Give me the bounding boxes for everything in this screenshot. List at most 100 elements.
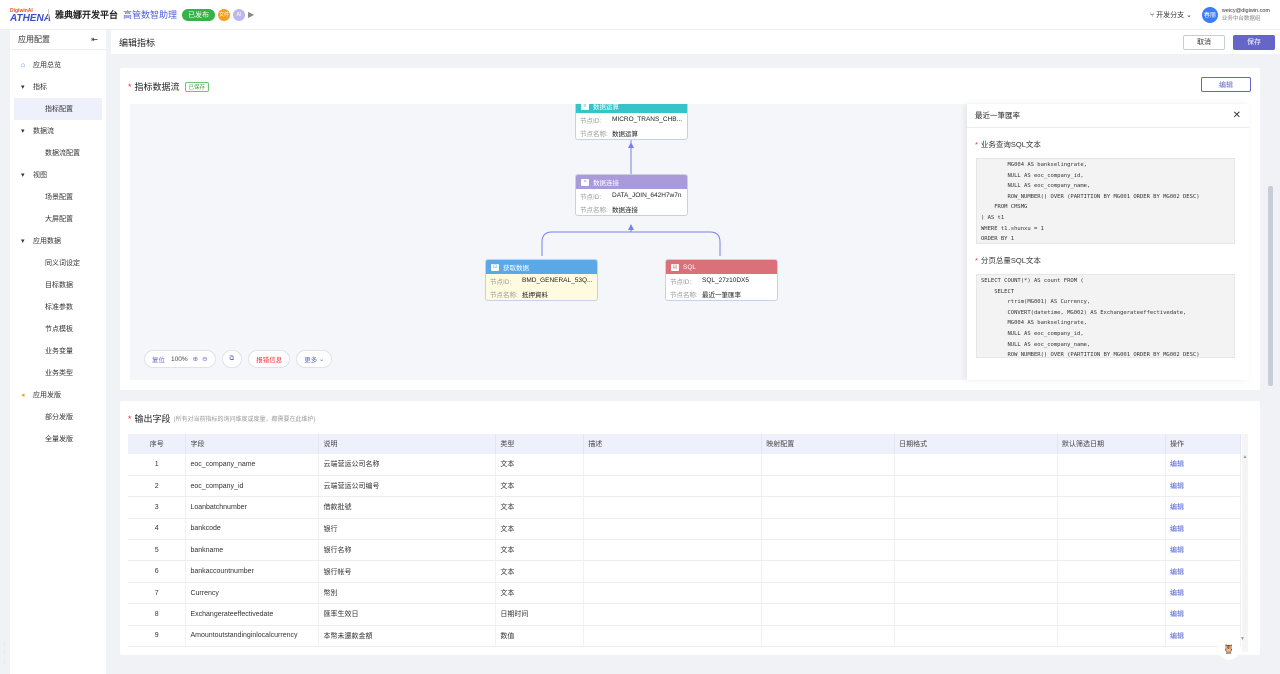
edit-row-link[interactable]: 编辑 (1165, 603, 1242, 626)
user-avatar[interactable]: 春丽 (1201, 6, 1218, 23)
sidebar-item-label: 指标配置 (45, 106, 73, 113)
flow-node-fetch[interactable]: ⊡ 获取数据 节点ID: BMD_GENERAL_53Q... 节点名称: 抵押資料 (485, 259, 598, 301)
drag-handle-icon[interactable]: ⋮ ⋮ ⋮ (2, 640, 7, 667)
sidebar: 应用配置 ⇤ ⌂ 应用总览 ▾ 指标指标配置 ▾ 数据流 数据流配置 ▾ 视图 场景配置 大屏配置 ▾… (10, 30, 106, 674)
play-icon[interactable]: ▶ (248, 10, 254, 19)
sidebar-item-label: 部分发版 (45, 414, 73, 421)
table-row: 3 Loanbatchnumber 借款批號 文本 编辑 (128, 496, 1242, 519)
sidebar-header: 应用配置 ⇤ (10, 30, 106, 50)
athena-logo[interactable]: DigiwinAI ATHENA (10, 7, 51, 24)
table-cell (761, 475, 896, 498)
table-cell: 幣別 (318, 582, 497, 605)
sidebar-item-3[interactable]: ▾ 数据流 (10, 120, 106, 142)
node-header: ⊡ 获取数据 (486, 260, 597, 274)
edit-flow-button[interactable]: 编辑 (1201, 77, 1251, 92)
query-sql-code[interactable]: MG004 AS bankselingrate, NULL AS eoc_com… (976, 158, 1235, 244)
table-cell: 5 (128, 539, 187, 562)
table-cell: 银行帐号 (318, 560, 497, 583)
table-scrollbar[interactable]: ▲ (1242, 434, 1248, 652)
table-cell: 云端营运公司编号 (318, 475, 497, 498)
flow-node-join[interactable]: ⚭ 数据连接 节点ID: DATA_JOIN_642H7w7n 节点名称: 数据连接 (575, 174, 688, 216)
edit-row-link[interactable]: 编辑 (1165, 518, 1242, 541)
node-name: 最近一筆匯率 (702, 291, 741, 299)
output-fields-card: * 输出字段 (所有对当前指标的询问维度或度量，都需要在此维护) 序号 字段 说明 类型描… (120, 401, 1260, 655)
status-badge: 已发布 (182, 8, 216, 21)
node-type-icon: ▤ (671, 263, 679, 271)
sidebar-item-15[interactable]: ◂ 应用发版 (10, 384, 106, 406)
edit-row-link[interactable]: 编辑 (1165, 560, 1242, 583)
edit-row-link[interactable]: 编辑 (1165, 582, 1242, 605)
sidebar-item-1[interactable]: ▾ 指标 (10, 76, 106, 98)
scroll-down-icon[interactable]: ▼ (1240, 636, 1245, 642)
flow-node-calc[interactable]: ≡ 数据运算 节点ID: MICRO_TRANS_CHB... 节点名称: 数据运算 (575, 104, 688, 140)
top-bar: DigiwinAI ATHENA 雅典娜开发平台 高管数智助理 已发布 文件 AI… (0, 0, 1280, 30)
table-cell (761, 454, 896, 476)
ai-icon[interactable]: AI (233, 8, 246, 21)
zoom-out-icon[interactable]: ⊖ (202, 355, 207, 363)
user-info[interactable]: weicy@digiwin.com 业务中台数据组 (1222, 7, 1270, 23)
sidebar-item-16[interactable]: 部分发版 (10, 406, 106, 428)
avatar[interactable]: 文件 (218, 8, 231, 21)
sidebar-item-5[interactable]: ▾ 视图 (10, 164, 106, 186)
flow-canvas[interactable]: ≡ 数据运算 节点ID: MICRO_TRANS_CHB... 节点名称: 数据运算 ⚭ 数… (130, 104, 967, 380)
panel-scrollbar[interactable] (1268, 186, 1273, 386)
close-icon[interactable]: ✕ (1233, 110, 1241, 121)
sidebar-item-7[interactable]: 大屏配置 (10, 208, 106, 230)
sidebar-item-9[interactable]: 同义词设定 (10, 252, 106, 274)
sidebar-item-8[interactable]: ▾ 应用数据 (10, 230, 106, 252)
node-header: ≡ 数据运算 (576, 104, 687, 113)
table-cell: 日期时间 (495, 603, 585, 626)
table-cell: 数值 (495, 625, 585, 648)
error-info-button[interactable]: 报错信息 (248, 350, 291, 368)
sidebar-item-label: 应用发版 (33, 392, 61, 399)
zoom-in-icon[interactable]: ⊕ (193, 355, 198, 363)
sidebar-item-label: 视图 (33, 172, 47, 179)
flag-icon: ◂ (21, 392, 25, 399)
sidebar-item-4[interactable]: 数据流配置 (10, 142, 106, 164)
table-row: 9 Amountoutstandinginlocalcurrency 本幣未還款金額… (128, 625, 1242, 648)
table-cell: 匯率生效日 (318, 603, 497, 626)
branch-selector[interactable]: ⑂ 开发分支 ⌄ (1150, 10, 1192, 20)
sidebar-item-11[interactable]: 标准参数 (10, 296, 106, 318)
node-id: DATA_JOIN_642H7w7n (612, 192, 682, 199)
table-cell: 文本 (495, 454, 585, 476)
fit-view-icon[interactable]: ⧉ (221, 350, 243, 368)
save-button[interactable]: 保存 (1233, 34, 1275, 50)
collapse-icon[interactable]: ⇤ (91, 35, 98, 44)
assistant-owl-icon[interactable]: 🦉 (1218, 638, 1240, 660)
column-header: 默认筛选日期 (1057, 434, 1166, 454)
column-header: 序号 (128, 434, 187, 454)
cancel-button[interactable]: 取消 (1183, 34, 1225, 50)
sidebar-item-12[interactable]: 节点模板 (10, 318, 106, 340)
column-header: 映射配置 (761, 434, 896, 454)
sidebar-item-label: 数据流 (33, 128, 54, 135)
data-flow-card: * 指标数据流 已保存 编辑 ≡ 数据运算 节点ID: MICRO_TRANS_CHB..… (120, 68, 1260, 390)
sidebar-item-10[interactable]: 目标数据 (10, 274, 106, 296)
edit-row-link[interactable]: 编辑 (1165, 539, 1242, 562)
table-cell (583, 603, 763, 626)
sidebar-item-0[interactable]: ⌂ 应用总览 (10, 54, 106, 76)
sidebar-item-13[interactable]: 业务变量 (10, 340, 106, 362)
table-cell: 银行名称 (318, 539, 497, 562)
edit-row-link[interactable]: 编辑 (1165, 475, 1242, 498)
app-name[interactable]: 高管数智助理 (123, 8, 177, 21)
flow-node-sql[interactable]: ▤ SQL 节点ID: SQL_27z10DX5 节点名称: 最近一筆匯率 (665, 259, 778, 301)
table-cell (1057, 539, 1166, 562)
reset-button[interactable]: 复位 (152, 354, 165, 364)
table-cell (761, 539, 896, 562)
sidebar-item-label: 同义词设定 (45, 260, 80, 267)
sidebar-item-6[interactable]: 场景配置 (10, 186, 106, 208)
query-sql-label: * 业务查询SQL文本 (975, 140, 1041, 149)
sql-panel: 最近一筆匯率 ✕ * 业务查询SQL文本 MG004 AS bankselingra… (967, 104, 1249, 380)
more-button[interactable]: 更多 ⌄ (296, 350, 333, 368)
sidebar-item-14[interactable]: 业务类型 (10, 362, 106, 384)
table-cell: 9 (128, 625, 187, 648)
count-sql-code[interactable]: SELECT COUNT(*) AS count FROM ( SELECT r… (976, 274, 1235, 358)
table-cell: 6 (128, 560, 187, 583)
edit-row-link[interactable]: 编辑 (1165, 454, 1242, 476)
sidebar-item-17[interactable]: 全量发版 (10, 428, 106, 450)
sidebar-item-2[interactable]: 指标配置 (14, 98, 102, 120)
table-cell (583, 475, 763, 498)
edit-row-link[interactable]: 编辑 (1165, 496, 1242, 519)
table-cell: 8 (128, 603, 187, 626)
